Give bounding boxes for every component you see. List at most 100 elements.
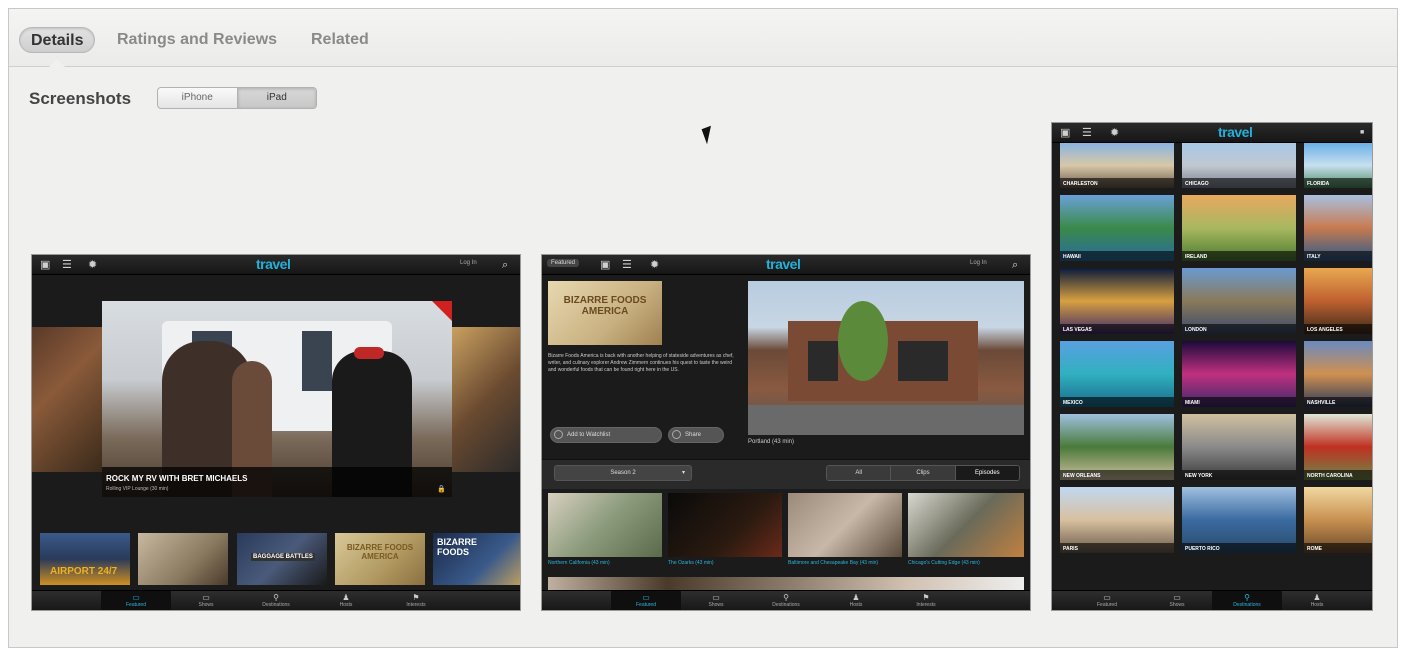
app-top-bar: ▣ ☰ ✹ travel ■ <box>1052 123 1372 143</box>
screenshot-destinations[interactable]: ▣ ☰ ✹ travel ■ CHARLESTON CHICAGO FLORIDA H… <box>1051 122 1373 611</box>
show-description: Bizarre Foods America is back with anoth… <box>548 353 734 373</box>
destination-tile[interactable]: MIAMI <box>1182 341 1296 407</box>
lock-icon: ■ <box>1360 129 1365 136</box>
destination-tile[interactable]: LONDON <box>1182 268 1296 334</box>
pin-icon: ⚲ <box>273 593 279 602</box>
thumbnail-bizarre-foods-america[interactable]: BIZARRE FOODS AMERICA <box>335 533 425 585</box>
calendar-icon: ▣ <box>40 259 51 271</box>
travel-logo: travel <box>1218 124 1253 140</box>
device-option-ipad[interactable]: iPad <box>236 88 316 108</box>
season-dropdown[interactable]: Season 2 ▾ <box>554 465 692 481</box>
calendar-icon: ▣ <box>600 259 611 271</box>
episode-thumb-1[interactable] <box>548 493 662 557</box>
destination-tile[interactable]: PUERTO RICO <box>1182 487 1296 553</box>
destination-tile[interactable]: LAS VEGAS <box>1060 268 1174 334</box>
nav-destinations[interactable]: ⚲ Destinations <box>241 591 311 610</box>
side-carousel-right <box>452 327 520 472</box>
nav-destinations[interactable]: ⚲ Destinations <box>1212 591 1282 610</box>
screenshots-heading: Screenshots <box>29 89 132 108</box>
destination-label: LONDON <box>1185 327 1207 333</box>
nav-hosts[interactable]: ♟ Hosts <box>1282 591 1352 610</box>
episode-filter-segmented[interactable]: All Clips Episodes <box>826 465 1020 481</box>
episode-thumb-3[interactable] <box>788 493 902 557</box>
nav-interests[interactable]: ⚑ Interests <box>891 591 961 610</box>
tab-related[interactable]: Related <box>300 27 380 53</box>
nav-featured[interactable]: ▭ Featured <box>611 591 681 610</box>
episode-title-4: Chicago's Cutting Edge (43 min) <box>908 560 980 566</box>
destination-tile[interactable]: NEW ORLEANS <box>1060 414 1174 480</box>
nav-shows[interactable]: ▭ Shows <box>171 591 241 610</box>
destination-label: NEW YORK <box>1185 473 1213 479</box>
active-tab-indicator <box>49 59 65 67</box>
travel-logo: travel <box>256 256 291 272</box>
tab-ratings-and-reviews[interactable]: Ratings and Reviews <box>106 27 288 53</box>
filter-clips[interactable]: Clips <box>891 466 956 480</box>
nav-featured[interactable]: ▭ Featured <box>1072 591 1142 610</box>
episode-thumb-2[interactable] <box>668 493 782 557</box>
new-badge <box>432 301 452 321</box>
destination-label: NORTH CAROLINA <box>1307 473 1353 479</box>
screenshot-featured[interactable]: ▣ ☰ ✹ travel Log In ⌕ ROCK MY RV WITH BR… <box>31 254 521 611</box>
destination-tile[interactable]: IRELAND <box>1182 195 1296 261</box>
episode-thumb-4[interactable] <box>908 493 1024 557</box>
featured-back-button[interactable]: Featured <box>547 259 580 267</box>
thumbnail-bizarre-foods[interactable]: BIZARRE FOODS <box>433 533 520 585</box>
nav-shows[interactable]: ▭ Shows <box>1142 591 1212 610</box>
video-player[interactable] <box>748 281 1024 435</box>
destination-tile[interactable]: PARIS <box>1060 487 1174 553</box>
monitor-icon: ▭ <box>202 593 210 602</box>
filter-episodes[interactable]: Episodes <box>955 466 1019 480</box>
tab-details[interactable]: Details <box>19 27 96 53</box>
episode-title-2: The Ozarks (43 min) <box>668 560 714 566</box>
thumbnail-airport[interactable]: AIRPORT 24/7 <box>40 533 130 585</box>
nav-interests[interactable]: ⚑ Interests <box>381 591 451 610</box>
app-top-bar: Featured ▣ ☰ ✹ travel Log In ⌕ <box>542 255 1030 275</box>
destination-tile[interactable]: ITALY <box>1304 195 1372 261</box>
flag-icon: ⚑ <box>922 593 930 602</box>
app-top-bar: ▣ ☰ ✹ travel Log In ⌕ <box>32 255 520 275</box>
nav-hosts[interactable]: ♟ Hosts <box>821 591 891 610</box>
device-option-iphone[interactable]: iPhone <box>158 88 237 108</box>
destination-tile[interactable]: NASHVILLE <box>1304 341 1372 407</box>
destination-tile[interactable]: MEXICO <box>1060 341 1174 407</box>
search-icon: ⌕ <box>1012 259 1019 271</box>
destination-label: FLORIDA <box>1307 181 1330 187</box>
device-segmented-control[interactable]: iPhone iPad <box>157 87 317 109</box>
list-icon: ☰ <box>1082 127 1092 139</box>
destination-tile[interactable]: CHICAGO <box>1182 143 1296 188</box>
destination-tile[interactable]: NEW YORK <box>1182 414 1296 480</box>
destination-tile[interactable]: LOS ANGELES <box>1304 268 1372 334</box>
nav-hosts[interactable]: ♟ Hosts <box>311 591 381 610</box>
thumbnail-baggage-battles[interactable]: BAGGAGE BATTLES <box>237 533 327 585</box>
gear-icon: ✹ <box>650 259 660 271</box>
share-button[interactable]: Share <box>668 427 724 443</box>
destination-tile[interactable]: ROME <box>1304 487 1372 553</box>
thumbnail-host[interactable] <box>138 533 228 585</box>
gear-icon: ✹ <box>1110 127 1120 139</box>
destination-tile[interactable]: FLORIDA <box>1304 143 1372 188</box>
screenshot-show-detail[interactable]: Featured ▣ ☰ ✹ travel Log In ⌕ BIZARRE F… <box>541 254 1031 611</box>
nav-shows[interactable]: ▭ Shows <box>681 591 751 610</box>
add-to-watchlist-button[interactable]: Add to Watchlist <box>550 427 662 443</box>
filter-all[interactable]: All <box>827 466 892 480</box>
tv-icon: ▭ <box>1103 593 1111 602</box>
destination-tile[interactable]: CHARLESTON <box>1060 143 1174 188</box>
tab-bar: Details Ratings and Reviews Related <box>9 9 1397 67</box>
tv-icon: ▭ <box>132 593 140 602</box>
hero-title: ROCK MY RV WITH BRET MICHAELS <box>106 474 248 483</box>
search-icon: ⌕ <box>502 259 509 271</box>
person-icon: ♟ <box>852 593 860 602</box>
destination-tile[interactable]: HAWAII <box>1060 195 1174 261</box>
destination-label: LAS VEGAS <box>1063 327 1092 333</box>
nav-featured[interactable]: ▭ Featured <box>101 591 171 610</box>
person-icon: ♟ <box>1313 593 1321 602</box>
nav-destinations[interactable]: ⚲ Destinations <box>751 591 821 610</box>
pin-icon: ⚲ <box>1244 593 1250 602</box>
destination-label: NEW ORLEANS <box>1063 473 1101 479</box>
episode-title-1: Northern California (43 min) <box>548 560 610 566</box>
destination-label: LOS ANGELES <box>1307 327 1343 333</box>
hero-image[interactable]: ROCK MY RV WITH BRET MICHAELS Rolling VI… <box>102 301 452 497</box>
travel-logo: travel <box>766 256 801 272</box>
destination-tile[interactable]: NORTH CAROLINA <box>1304 414 1372 480</box>
login-link: Log In <box>970 260 987 266</box>
